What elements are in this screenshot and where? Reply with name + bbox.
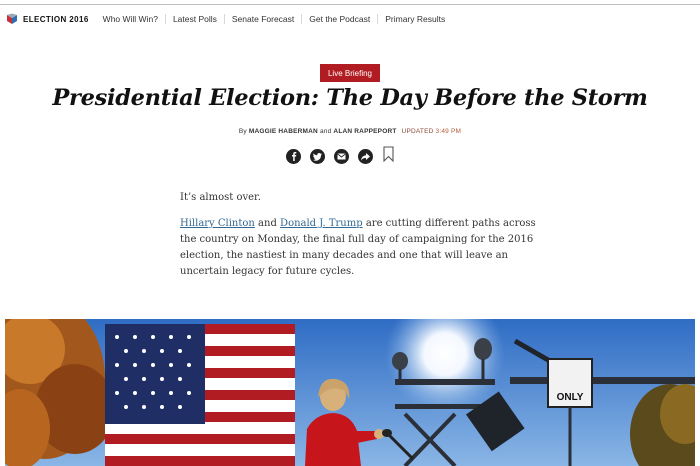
byline: By MAGGIE HABERMAN and ALAN RAPPEPORT UP… bbox=[0, 128, 700, 135]
updated-time: 3:49 PM bbox=[435, 128, 462, 135]
top-rule bbox=[0, 4, 700, 5]
election-nav: ELECTION 2016 Who Will Win? Latest Polls… bbox=[6, 10, 452, 28]
share-arrow-icon[interactable] bbox=[358, 149, 373, 164]
paragraph-2: Hillary Clinton and Donald J. Trump are … bbox=[180, 216, 540, 280]
live-briefing-badge[interactable]: Live Briefing bbox=[320, 64, 380, 82]
bookmark-icon[interactable] bbox=[383, 146, 394, 167]
nav-get-the-podcast[interactable]: Get the Podcast bbox=[301, 14, 377, 24]
updated-label: UPDATED bbox=[401, 128, 434, 135]
election-logo-icon[interactable] bbox=[6, 13, 18, 25]
link-donald-trump[interactable]: Donald J. Trump bbox=[280, 218, 363, 229]
nav-who-will-win[interactable]: Who Will Win? bbox=[103, 14, 165, 24]
byline-author-2[interactable]: ALAN RAPPEPORT bbox=[333, 128, 396, 135]
share-tools bbox=[286, 146, 394, 167]
email-icon[interactable] bbox=[334, 149, 349, 164]
nav-senate-forecast[interactable]: Senate Forecast bbox=[223, 14, 301, 24]
lead-photo[interactable]: ONLY bbox=[5, 319, 695, 466]
nav-primary-results[interactable]: Primary Results bbox=[377, 14, 452, 24]
byline-and: and bbox=[319, 128, 332, 135]
election-brand[interactable]: ELECTION 2016 bbox=[23, 15, 89, 24]
paragraph-2-and: and bbox=[258, 218, 277, 229]
link-hillary-clinton[interactable]: Hillary Clinton bbox=[180, 218, 255, 229]
lead-photo-art bbox=[5, 319, 695, 466]
twitter-icon[interactable] bbox=[310, 149, 325, 164]
road-sign-text: ONLY bbox=[556, 392, 584, 403]
page-title: Presidential Election: The Day Before th… bbox=[52, 85, 648, 111]
article-body: It’s almost over. Hillary Clinton and Do… bbox=[180, 190, 540, 290]
paragraph-1: It’s almost over. bbox=[180, 192, 261, 203]
nav-latest-polls[interactable]: Latest Polls bbox=[164, 14, 224, 24]
byline-author-1[interactable]: MAGGIE HABERMAN bbox=[249, 128, 318, 135]
byline-prefix: By bbox=[238, 128, 247, 135]
facebook-icon[interactable] bbox=[286, 149, 301, 164]
